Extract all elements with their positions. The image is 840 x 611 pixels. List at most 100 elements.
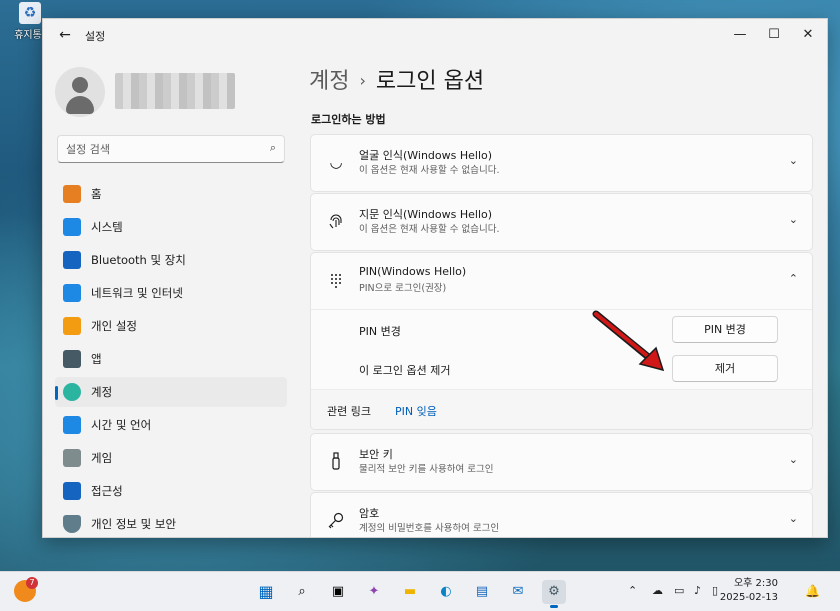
sidebar-item-label: 계정 <box>91 385 113 399</box>
chevron-down-icon[interactable]: ⌄ <box>789 453 798 466</box>
sidebar-item-label: 접근성 <box>91 484 123 498</box>
close-button[interactable]: ✕ <box>791 21 825 49</box>
sidebar-item-home[interactable]: 홈 <box>55 179 287 209</box>
cloud-icon[interactable]: ☁ <box>652 584 663 597</box>
outlook-icon[interactable]: ✉ <box>506 580 530 604</box>
remove-button[interactable]: 제거 <box>672 355 778 382</box>
system-icon <box>63 218 81 236</box>
pin-change-row: PIN 변경 PIN 변경 <box>311 309 812 349</box>
option-title: PIN(Windows Hello) <box>359 265 467 278</box>
sidebar-item-label: 개인 설정 <box>91 319 137 333</box>
option-subtitle: 이 옵션은 현재 사용할 수 없습니다. <box>359 224 500 235</box>
avatar[interactable] <box>55 67 105 117</box>
chevron-up-icon[interactable]: ⌃ <box>628 584 637 597</box>
sidebar-item-wifi[interactable]: 네트워크 및 인터넷 <box>55 278 287 308</box>
option-subtitle: 물리적 보안 키를 사용하여 로그인 <box>359 464 494 475</box>
search-input[interactable] <box>66 140 256 158</box>
usb-key-icon <box>327 452 345 470</box>
shield-icon <box>63 515 81 533</box>
network-icon[interactable]: ▭ <box>674 584 684 597</box>
settings-gear-icon[interactable]: ⚙ <box>542 580 566 608</box>
section-title: 로그인하는 방법 <box>311 113 386 126</box>
page-title: 계정 › 로그인 옵션 <box>309 63 484 95</box>
edge-browser-icon[interactable]: ◐ <box>434 580 458 604</box>
taskbar: 7 ▦ ⌕ ▣ ✦ ▬ ◐ ▤ ✉ ⚙ ⌃ ☁ ▭ ♪ ▯ 오후 2:30 20… <box>0 571 840 611</box>
related-links-label: 관련 링크 <box>327 405 371 418</box>
desktop-icon-label: 휴지통 <box>14 30 42 41</box>
apps-icon <box>63 350 81 368</box>
sidebar-nav: 홈시스템 Bluetooth 및 장치네트워크 및 인터넷개인 설정앱계정시간 및… <box>55 179 287 537</box>
globe-clock-icon <box>63 416 81 434</box>
sidebar-item-label: 앱 <box>91 352 102 366</box>
search-box[interactable]: ⌕ <box>57 135 285 163</box>
sidebar-item-label: 게임 <box>91 451 113 465</box>
sidebar-item-system[interactable]: 시스템 <box>55 212 287 242</box>
pin-keypad-icon <box>327 271 345 289</box>
option-face-recognition[interactable]: ◡ 얼굴 인식(Windows Hello) 이 옵션은 현재 사용할 수 없습… <box>310 134 813 192</box>
sidebar-item-accessibility[interactable]: 접근성 <box>55 476 287 506</box>
chevron-up-icon[interactable]: ⌃ <box>789 272 798 285</box>
pin-remove-row: 이 로그인 옵션 제거 제거 <box>311 349 812 389</box>
wifi-icon <box>63 284 81 302</box>
notification-bell-icon[interactable]: 🔔 <box>805 584 820 598</box>
sidebar-item-apps[interactable]: 앱 <box>55 344 287 374</box>
back-arrow-icon[interactable]: ← <box>55 25 75 45</box>
store-icon[interactable]: ▤ <box>470 580 494 604</box>
pin-remove-label: 이 로그인 옵션 제거 <box>359 364 451 377</box>
search-icon[interactable]: ⌕ <box>270 141 276 155</box>
notification-badge: 7 <box>26 577 38 589</box>
breadcrumb-current: 로그인 옵션 <box>375 69 485 94</box>
maximize-button[interactable]: ☐ <box>757 21 791 49</box>
face-icon: ◡ <box>329 153 343 171</box>
forgot-pin-link[interactable]: PIN 잊음 <box>395 403 437 419</box>
chevron-down-icon[interactable]: ⌄ <box>789 213 798 226</box>
sidebar-item-label: 개인 정보 및 보안 <box>91 517 177 531</box>
sidebar-item-label: 네트워크 및 인터넷 <box>91 286 183 300</box>
option-title: 암호 <box>359 507 380 520</box>
file-explorer-icon[interactable]: ▬ <box>398 580 422 604</box>
taskbar-clock[interactable]: 오후 2:30 2025-02-13 <box>720 577 778 605</box>
related-links: 관련 링크 PIN 잊음 <box>311 389 812 429</box>
sidebar-item-shield[interactable]: 개인 정보 및 보안 <box>55 509 287 537</box>
title-bar: ← 설정 — ☐ ✕ <box>43 19 827 51</box>
volume-icon[interactable]: ♪ <box>694 584 701 597</box>
blurred-profile-name <box>115 73 235 109</box>
option-title: 얼굴 인식(Windows Hello) <box>359 149 493 162</box>
battery-icon[interactable]: ▯ <box>712 584 718 597</box>
chevron-down-icon[interactable]: ⌄ <box>789 512 798 525</box>
settings-window: ← 설정 — ☐ ✕ ⌕ 홈시스템 Bluetooth 및 장치네트워크 및 인터… <box>42 18 828 538</box>
copilot-icon[interactable]: ✦ <box>362 580 386 604</box>
account-icon <box>63 383 81 401</box>
option-security-key[interactable]: 보안 키 물리적 보안 키를 사용하여 로그인 ⌄ <box>310 433 813 491</box>
pin-header[interactable]: PIN(Windows Hello) PIN으로 로그인(권장) ⌃ <box>311 253 812 309</box>
option-pin: PIN(Windows Hello) PIN으로 로그인(권장) ⌃ PIN 변… <box>310 252 813 430</box>
clock-date: 2025-02-13 <box>719 592 778 603</box>
option-password[interactable]: 암호 계정의 비밀번호를 사용하여 로그인 ⌄ <box>310 492 813 537</box>
chevron-down-icon[interactable]: ⌄ <box>789 154 798 167</box>
option-fingerprint[interactable]: 지문 인식(Windows Hello) 이 옵션은 현재 사용할 수 없습니다… <box>310 193 813 251</box>
gamepad-icon <box>63 449 81 467</box>
sidebar-item-gamepad[interactable]: 게임 <box>55 443 287 473</box>
option-subtitle: 계정의 비밀번호를 사용하여 로그인 <box>359 523 500 534</box>
breadcrumb-parent[interactable]: 계정 <box>309 69 349 94</box>
clock-time: 오후 2:30 <box>733 578 778 589</box>
start-button-icon[interactable]: ▦ <box>254 580 278 604</box>
sidebar-item-label: 홈 <box>91 187 102 201</box>
sidebar-item-label: 시스템 <box>91 220 123 234</box>
sidebar-item-label: 시간 및 언어 <box>91 418 152 432</box>
breadcrumb-separator-icon: › <box>359 71 366 90</box>
sidebar-item-bluetooth[interactable]: Bluetooth 및 장치 <box>55 245 287 275</box>
option-subtitle: PIN으로 로그인(권장) <box>359 283 447 294</box>
pin-change-button[interactable]: PIN 변경 <box>672 316 778 343</box>
minimize-button[interactable]: — <box>723 21 757 49</box>
search-taskbar-icon[interactable]: ⌕ <box>290 580 314 604</box>
sidebar-item-brush[interactable]: 개인 설정 <box>55 311 287 341</box>
sidebar-item-account[interactable]: 계정 <box>55 377 287 407</box>
task-view-icon[interactable]: ▣ <box>326 580 350 604</box>
option-subtitle: 이 옵션은 현재 사용할 수 없습니다. <box>359 165 500 176</box>
fingerprint-icon <box>327 212 345 230</box>
sidebar-item-globe-clock[interactable]: 시간 및 언어 <box>55 410 287 440</box>
sidebar-item-label: Bluetooth 및 장치 <box>91 253 186 267</box>
brush-icon <box>63 317 81 335</box>
window-title: 설정 <box>85 30 106 43</box>
